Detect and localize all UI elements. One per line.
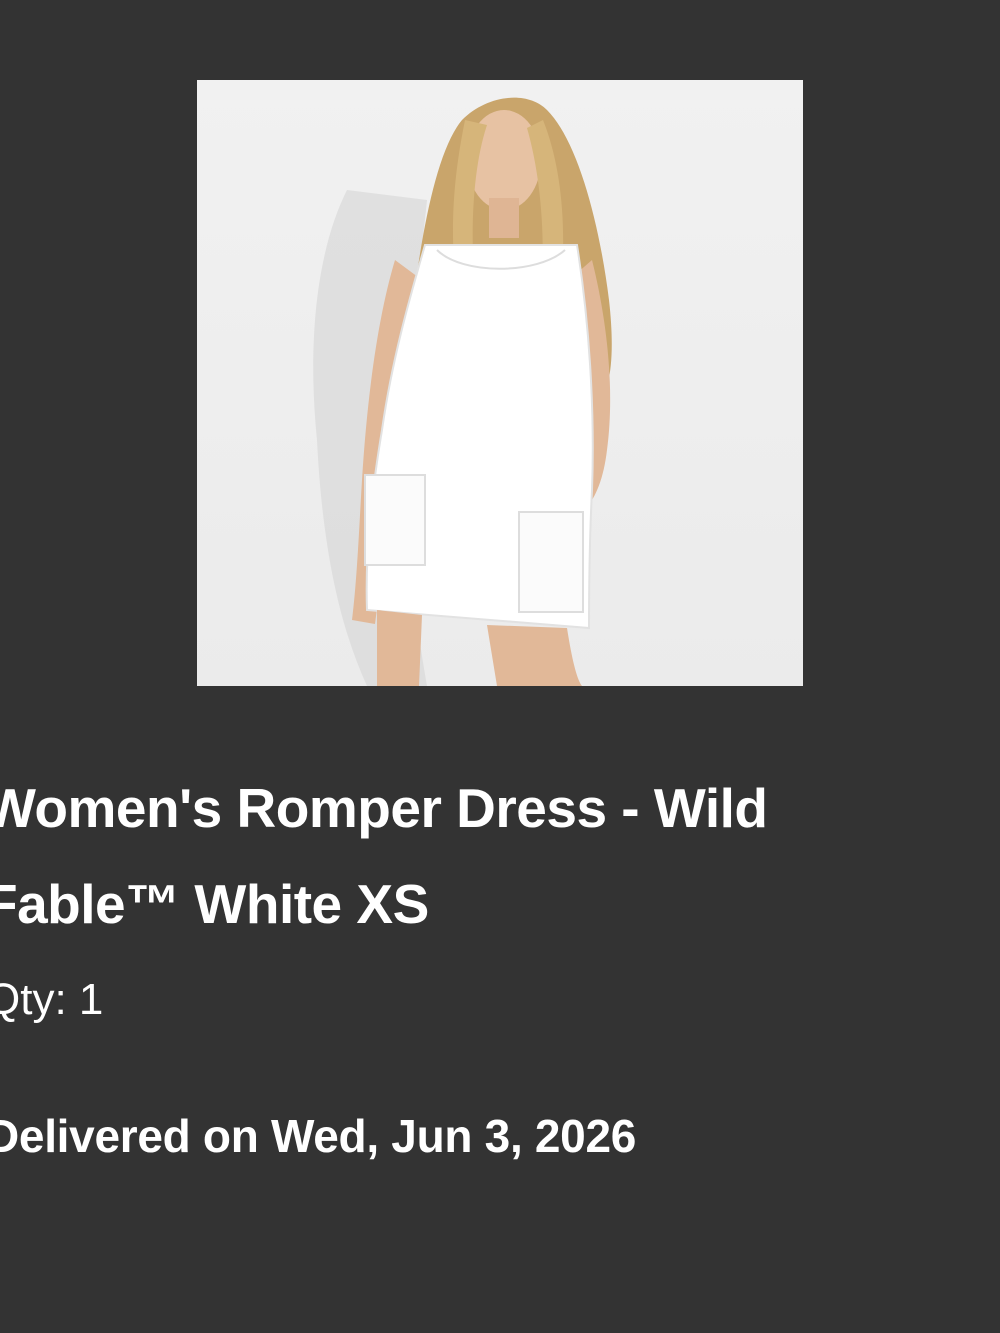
- quantity-label: Qty: 1: [0, 975, 104, 1024]
- product-title[interactable]: Women's Romper Dress - Wild Fable™ White…: [0, 760, 984, 952]
- product-title-line-2: Fable™ White XS: [0, 873, 429, 935]
- product-image[interactable]: [197, 80, 803, 686]
- product-title-line-1: Women's Romper Dress - Wild: [0, 777, 768, 839]
- romper-dress-photo: [313, 97, 612, 686]
- delivery-status: Delivered on Wed, Jun 3, 2026: [0, 1110, 637, 1162]
- order-item-screen: Women's Romper Dress - Wild Fable™ White…: [0, 0, 1000, 1333]
